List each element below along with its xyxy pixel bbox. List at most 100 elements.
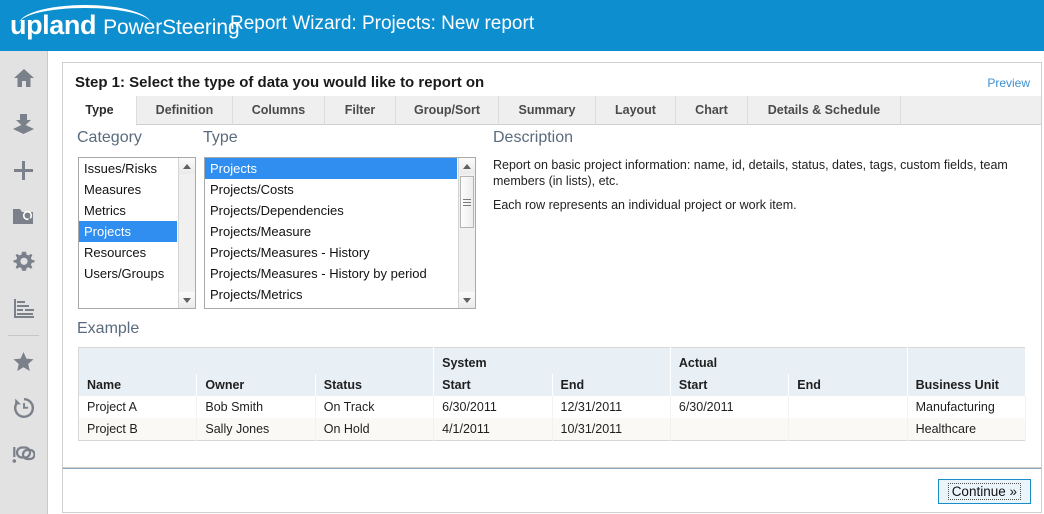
table-cell: Manufacturing [907,396,1027,418]
tab-filter[interactable]: Filter [325,96,396,125]
table-group-header-blank [78,347,435,374]
gear-icon [13,251,35,273]
category-scroll-up-button[interactable] [179,158,195,174]
table-group-header: Actual [670,347,908,374]
type-option[interactable]: Projects/Measures - History by period [205,263,457,284]
table-column-header: Owner [196,374,316,396]
category-listbox[interactable]: Issues/Risks Measures Metrics Projects Resou… [78,157,196,309]
tab-label: Chart [695,103,728,117]
type-listbox[interactable]: Projects Projects/Costs Projects/Dependenc… [204,157,476,309]
sidebar-item-recent[interactable] [0,385,47,431]
category-option[interactable]: Users/Groups [79,263,177,284]
table-column-header: Start [433,374,553,396]
sidebar-item-links[interactable] [0,431,47,477]
tab-group-sort[interactable]: Group/Sort [396,96,499,125]
sidebar-item-import[interactable] [0,101,47,147]
table-column-header: Name [78,374,198,396]
sidebar-item-favorites[interactable] [0,339,47,385]
chevron-up-icon [183,163,191,169]
sidebar-item-add[interactable] [0,147,47,193]
table-cell: Healthcare [907,418,1027,441]
sidebar-item-settings[interactable] [0,239,47,285]
preview-link[interactable]: Preview [987,76,1030,90]
table-cell: 10/31/2011 [552,418,671,441]
table-cell [788,396,908,418]
folder-search-icon [12,206,35,226]
continue-button-label: Continue » [947,483,1021,500]
tab-details-schedule[interactable]: Details & Schedule [748,96,901,125]
page-title: Step 1: Select the type of data you woul… [75,74,485,91]
type-option[interactable]: Projects/Measure [205,221,457,242]
type-option[interactable]: Projects/Dependencies [205,200,457,221]
tab-summary[interactable]: Summary [499,96,596,125]
tab-label: Layout [615,103,656,117]
sidebar-item-browse[interactable] [0,193,47,239]
example-table: System Actual Name Owner Status Start End Star… [78,347,1027,441]
report-wizard-page: upland PowerSteering Report Wizard: Proje… [0,0,1044,514]
tabs-filler [901,96,1041,125]
category-scrollbar[interactable] [178,158,195,308]
category-option[interactable]: Measures [79,179,177,200]
sidebar-item-home[interactable] [0,55,47,101]
type-heading: Type [203,129,238,146]
table-column-header: End [552,374,671,396]
table-row: Project B Sally Jones On Hold 4/1/2011 10/31… [78,418,1027,441]
chevron-down-icon [183,297,191,303]
table-cell: On Track [315,396,435,418]
reports-icon [13,298,35,319]
tab-label: Details & Schedule [767,103,881,117]
category-option[interactable]: Issues/Risks [79,158,177,179]
table-cell: 6/30/2011 [670,396,790,418]
table-column-header: Status [315,374,435,396]
type-scroll-up-button[interactable] [459,158,475,174]
table-cell [670,418,790,441]
wizard-step-body: Category Issues/Risks Measures Metrics Proj… [63,125,1041,467]
type-option[interactable]: Projects/Metrics [205,284,457,305]
continue-button[interactable]: Continue » [937,479,1031,504]
tab-type[interactable]: Type [63,96,137,126]
example-heading: Example [77,320,140,337]
import-icon [12,113,35,135]
category-option[interactable]: Metrics [79,200,177,221]
plus-icon [13,160,34,181]
link-icon [12,444,35,465]
type-option[interactable]: Projects [205,158,457,179]
upland-powersteering-logo[interactable]: upland PowerSteering [10,5,240,42]
table-column-header: Business Unit [907,374,1027,396]
tab-layout[interactable]: Layout [596,96,676,125]
table-group-header: System [433,347,671,374]
description-paragraph-1: Report on basic project information: nam… [493,158,1008,188]
type-scrollbar[interactable] [458,158,475,308]
chevron-up-icon [463,163,471,169]
chevron-down-icon [463,297,471,303]
app-header: upland PowerSteering Report Wizard: Proje… [0,0,1044,51]
tab-definition[interactable]: Definition [137,96,233,125]
table-cell: 6/30/2011 [433,396,553,418]
table-cell [788,418,908,441]
tab-chart[interactable]: Chart [676,96,748,125]
table-cell: Sally Jones [196,418,316,441]
description-heading: Description [493,129,574,146]
table-column-header: Start [670,374,790,396]
table-cell: 4/1/2011 [433,418,553,441]
tab-label: Definition [155,103,214,117]
category-heading: Category [77,129,142,146]
table-cell: Bob Smith [196,396,316,418]
type-scroll-thumb[interactable] [460,176,474,228]
type-option[interactable]: Projects/Costs [205,179,457,200]
tab-columns[interactable]: Columns [233,96,325,125]
sidebar-item-reports[interactable] [0,285,47,331]
category-scroll-down-button[interactable] [179,292,195,308]
category-option[interactable]: Resources [79,242,177,263]
table-cell: Project B [78,418,198,441]
description-paragraph-2: Each row represents an individual projec… [493,198,797,212]
wizard-footer: Continue » [62,468,1042,513]
type-option[interactable]: Projects/Measures - History [205,242,457,263]
category-option[interactable]: Projects [79,221,177,242]
type-scroll-down-button[interactable] [459,292,475,308]
tab-label: Columns [251,103,306,117]
tab-label: Group/Sort [414,103,480,117]
left-nav-rail [0,51,48,514]
table-row: Project A Bob Smith On Track 6/30/2011 12/31… [78,396,1027,418]
table-cell: 12/31/2011 [552,396,671,418]
